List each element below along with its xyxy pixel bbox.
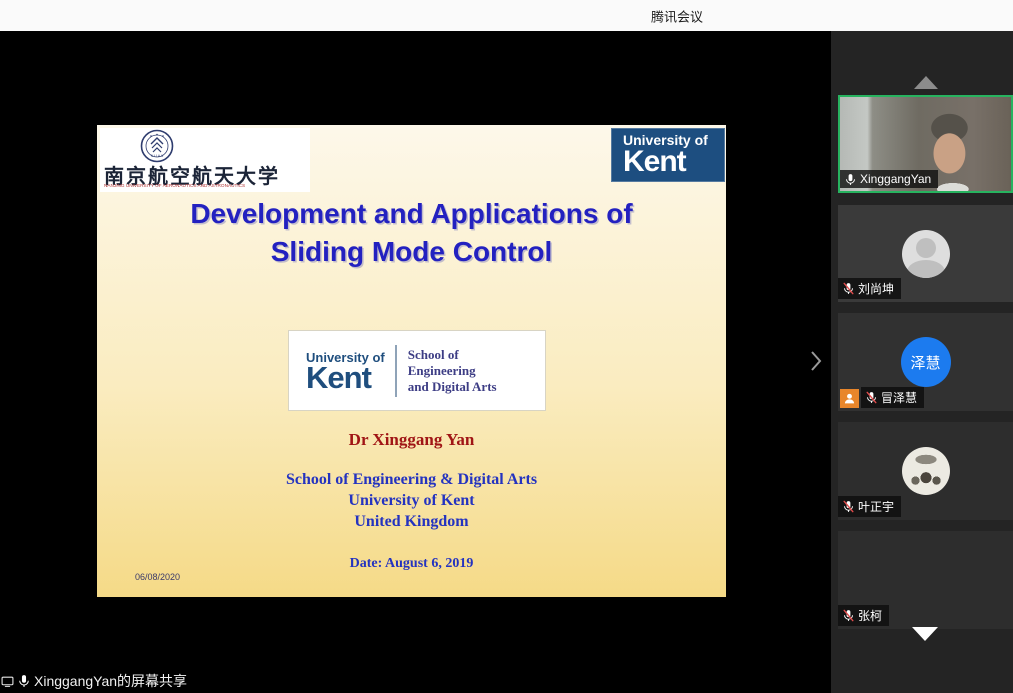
collapse-sidebar-chevron-icon[interactable]	[810, 350, 826, 374]
participants-sidebar: XinggangYan 刘尚坤 泽慧	[831, 31, 1013, 693]
participant-tile-zhangke[interactable]: 张柯	[838, 531, 1013, 629]
participant-name: 刘尚坤	[858, 280, 894, 297]
participant-name-label: XinggangYan	[840, 170, 938, 188]
participant-tile-maozehui[interactable]: 泽慧 冒泽慧	[838, 313, 1013, 411]
avatar-initials: 泽慧	[901, 337, 951, 387]
avatar-image	[901, 555, 951, 605]
host-badge-icon	[840, 389, 859, 408]
slide-title-line1: Development and Applications of	[97, 195, 726, 233]
school-name-line1: School of	[408, 347, 497, 363]
screen-share-status: XinggangYan的屏幕共享	[0, 671, 187, 691]
kent-logo-line2: Kent	[623, 148, 725, 176]
share-status-label: XinggangYan的屏幕共享	[34, 671, 187, 691]
kent-school-logo: University of Kent School of Engineering…	[288, 330, 546, 411]
slide-author: Dr Xinggang Yan	[97, 430, 726, 450]
participant-name: 叶正宇	[858, 498, 894, 515]
mic-muted-icon	[865, 391, 878, 404]
nuaa-emblem-icon: N U A A	[140, 129, 174, 163]
mic-muted-icon	[842, 500, 855, 513]
window-titlebar: 腾讯会议	[0, 0, 1013, 31]
slide-footer-date: 06/08/2020	[135, 572, 180, 582]
participant-name-label: 冒泽慧	[861, 387, 924, 408]
school-name: School of Engineering and Digital Arts	[397, 347, 497, 395]
slide-affiliation-university: University of Kent	[97, 492, 726, 510]
participant-tile-liushangkun[interactable]: 刘尚坤	[838, 205, 1013, 302]
mic-muted-icon	[842, 282, 855, 295]
mic-icon	[17, 674, 31, 688]
school-name-line2: Engineering	[408, 363, 497, 379]
nuaa-name-english: NANJING UNIVERSITY OF AERONAUTICS AND AS…	[104, 184, 245, 189]
participant-name-label: 张柯	[838, 605, 889, 626]
participant-name-label: 叶正宇	[838, 496, 901, 517]
school-name-line3: and Digital Arts	[408, 379, 497, 395]
slide-affiliation-school: School of Engineering & Digital Arts	[97, 471, 726, 489]
scroll-up-icon[interactable]	[914, 76, 938, 89]
kent-wordmark-line2: Kent	[306, 365, 385, 391]
kent-school-logo-wordmark: University of Kent	[289, 350, 385, 391]
shared-screen-area: N U A A 南京航空航天大学 NANJING UNIVERSITY OF A…	[0, 31, 831, 693]
avatar-image	[902, 447, 950, 495]
tencent-meeting-window: 腾讯会议 N U A A 南京航空航天大学 NANJING UNIVERSITY…	[0, 0, 1013, 693]
presentation-slide: N U A A 南京航空航天大学 NANJING UNIVERSITY OF A…	[97, 125, 726, 597]
svg-text:N U A A: N U A A	[151, 154, 164, 158]
kent-logo: University of Kent	[611, 128, 725, 182]
mic-muted-icon	[842, 609, 855, 622]
participant-name-label: 刘尚坤	[838, 278, 901, 299]
participant-name: 冒泽慧	[881, 389, 917, 406]
slide-title-line2: Sliding Mode Control	[97, 233, 726, 271]
nuaa-logo: N U A A 南京航空航天大学 NANJING UNIVERSITY OF A…	[100, 128, 310, 192]
slide-title: Development and Applications of Sliding …	[97, 195, 726, 271]
participant-name: 张柯	[858, 607, 882, 624]
slide-date: Date: August 6, 2019	[97, 556, 726, 572]
participant-tile-yezhengyu[interactable]: 叶正宇	[838, 422, 1013, 520]
participant-tile-xinggangyan[interactable]: XinggangYan	[838, 95, 1013, 193]
mic-icon	[844, 173, 857, 186]
slide-affiliation-country: United Kingdom	[97, 513, 726, 531]
participant-name: XinggangYan	[860, 172, 931, 186]
scroll-down-icon[interactable]	[912, 627, 938, 641]
avatar-silhouette	[902, 230, 950, 278]
app-title: 腾讯会议	[651, 6, 703, 25]
screen-share-icon	[1, 675, 14, 688]
